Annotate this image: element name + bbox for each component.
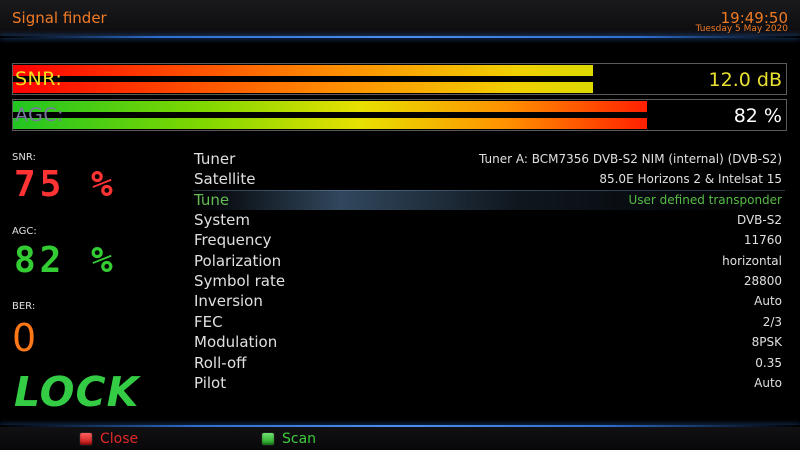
info-row-frequency[interactable]: Frequency 11760 (193, 231, 785, 251)
agc-small-label: AGC: (12, 226, 37, 237)
info-value: horizontal (722, 254, 782, 268)
info-key: Polarization (194, 252, 282, 270)
info-row-tune[interactable]: Tune User defined transponder (193, 190, 785, 210)
info-value: 2/3 (762, 315, 782, 329)
info-value: 85.0E Horizons 2 & Intelsat 15 (599, 172, 782, 186)
info-row-modulation[interactable]: Modulation 8PSK (193, 333, 785, 353)
info-row-symbol-rate[interactable]: Symbol rate 28800 (193, 272, 785, 292)
agc-percent-value: 82 % (14, 240, 117, 281)
agc-bar-value: 82 % (733, 105, 782, 127)
ber-value: 0 (12, 316, 37, 360)
agc-bar-fill-top (13, 101, 647, 112)
header-divider (0, 36, 800, 38)
info-key: Roll-off (194, 354, 247, 372)
agc-bar-label: AGC: (15, 104, 65, 126)
info-key: Inversion (194, 292, 263, 310)
info-key: FEC (194, 313, 223, 331)
page-title: Signal finder (12, 9, 107, 27)
info-row-fec[interactable]: FEC 2/3 (193, 313, 785, 333)
agc-bar-fill-bottom (13, 118, 647, 129)
info-value: 8PSK (751, 335, 782, 349)
info-value: 11760 (743, 233, 782, 247)
info-key: Symbol rate (194, 272, 286, 290)
close-button-label: Close (100, 431, 139, 447)
info-key: Tune (194, 191, 230, 209)
info-key: Frequency (194, 231, 272, 249)
agc-bar: AGC: 82 % (12, 99, 787, 131)
info-row-satellite[interactable]: Satellite 85.0E Horizons 2 & Intelsat 15 (193, 170, 785, 190)
snr-bar-fill-top (13, 65, 593, 76)
info-row-inversion[interactable]: Inversion Auto (193, 292, 785, 312)
info-value: 28800 (743, 274, 782, 288)
info-key: Satellite (194, 170, 256, 188)
info-row-polarization[interactable]: Polarization horizontal (193, 252, 785, 272)
lock-status: LOCK (14, 368, 140, 416)
scan-button-label: Scan (282, 431, 317, 447)
title-bar: Signal finder 19:49:50 Tuesday 5 May 202… (0, 0, 800, 36)
info-value: 0.35 (755, 356, 782, 370)
info-key: Pilot (194, 374, 227, 392)
info-key: Tuner (194, 150, 236, 168)
info-row-roll-off[interactable]: Roll-off 0.35 (193, 354, 785, 374)
green-key-icon (262, 433, 274, 445)
footer-bar: Close Scan (0, 427, 800, 450)
info-row-pilot[interactable]: Pilot Auto (193, 374, 785, 394)
info-value: DVB-S2 (736, 213, 782, 227)
snr-bar: SNR: 12.0 dB (12, 63, 787, 95)
snr-bar-fill-bottom (13, 82, 593, 93)
ber-small-label: BER: (12, 301, 36, 312)
red-key-icon (80, 433, 92, 445)
info-value: User defined transponder (628, 193, 783, 207)
clock-date: Tuesday 5 May 2020 (695, 24, 788, 34)
info-value: Auto (754, 376, 782, 390)
snr-percent-value: 75 % (14, 164, 117, 205)
info-value: Tuner A: BCM7356 DVB-S2 NIM (internal) (… (479, 152, 782, 166)
info-key: Modulation (194, 333, 278, 351)
info-row-tuner[interactable]: Tuner Tuner A: BCM7356 DVB-S2 NIM (inter… (193, 150, 785, 170)
info-row-system[interactable]: System DVB-S2 (193, 211, 785, 231)
snr-small-label: SNR: (12, 152, 36, 163)
close-button[interactable]: Close (80, 430, 138, 448)
snr-bar-label: SNR: (15, 68, 63, 90)
info-value: Auto (754, 294, 782, 308)
info-key: System (194, 211, 250, 229)
scan-button[interactable]: Scan (262, 430, 316, 448)
snr-bar-value: 12.0 dB (708, 69, 782, 91)
